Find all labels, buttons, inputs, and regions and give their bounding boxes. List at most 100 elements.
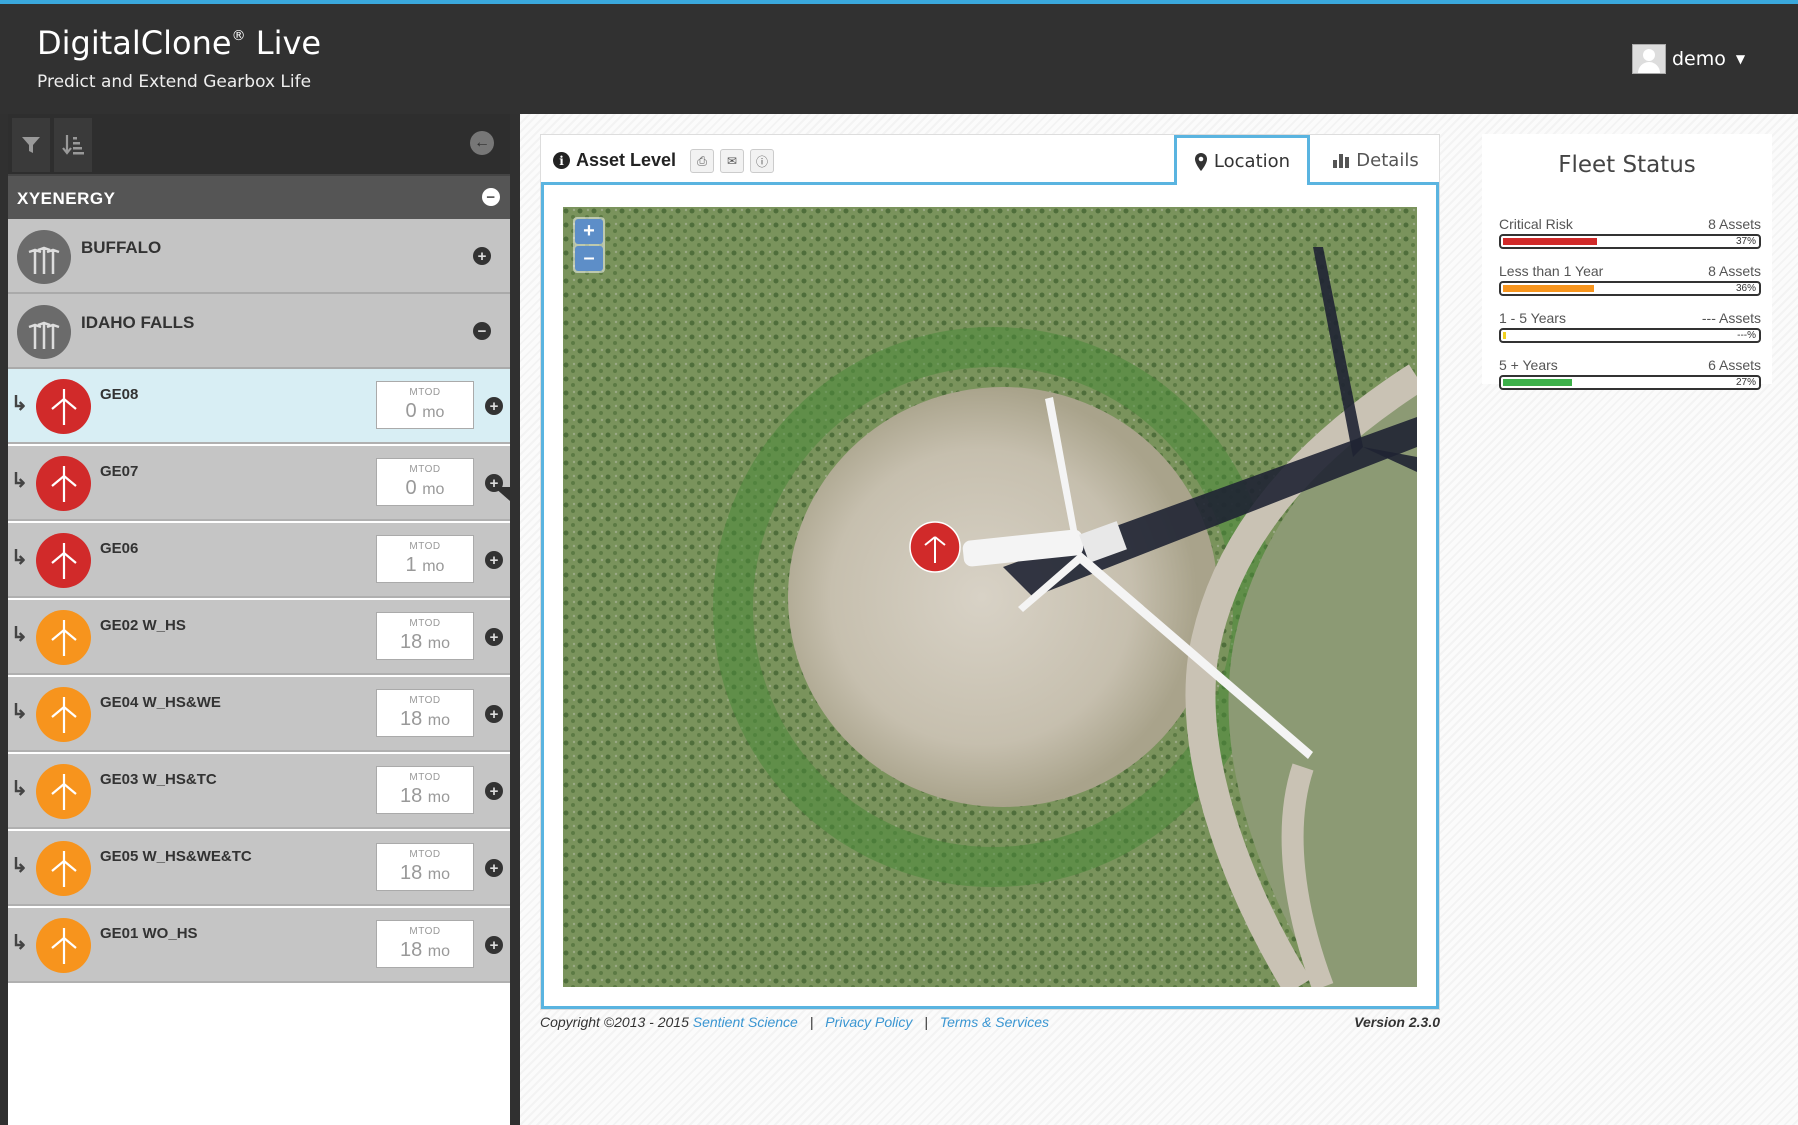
asset-row[interactable]: ↳ GE08 MTOD 0 mo + (8, 369, 510, 444)
mtod-box: MTOD 0 mo (376, 458, 474, 506)
bar-chart-icon (1333, 154, 1350, 168)
progress-fill (1503, 332, 1506, 339)
alert-button[interactable]: ⓘ (750, 149, 774, 173)
collapse-sidebar-button[interactable]: ← (470, 131, 494, 155)
app-header: DigitalClone® Live Predict and Extend Ge… (0, 4, 1798, 114)
alert-icon: ⓘ (755, 154, 768, 169)
asset-name: GE04 W_HS&WE (100, 694, 221, 711)
progress-fill (1503, 379, 1572, 386)
expand-icon[interactable]: + (485, 551, 503, 569)
mtod-value: 18 mo (399, 708, 451, 730)
asset-row[interactable]: ↳ GE04 W_HS&WE MTOD 18 mo + (8, 677, 510, 752)
asset-name: GE05 W_HS&WE&TC (100, 848, 252, 865)
mtod-value: 18 mo (399, 785, 451, 807)
copyright: Copyright ©2013 - 2015 (540, 1014, 689, 1030)
zoom-out-button[interactable]: – (575, 246, 603, 271)
asset-row[interactable]: ↳ GE05 W_HS&WE&TC MTOD 18 mo + (8, 831, 510, 906)
satellite-image (563, 207, 1417, 987)
mtod-value: 18 mo (399, 862, 451, 884)
mtod-value: 0 mo (405, 400, 445, 422)
caret-down-icon: ▼ (1735, 52, 1746, 66)
site-row-idaho-falls[interactable]: IDAHO FALLS − (8, 294, 510, 369)
sidebar: ← XYENERGY − BUFFALO + IDAHO FALLS − ↳ GE… (0, 114, 520, 1125)
expand-icon[interactable]: + (485, 397, 503, 415)
print-button[interactable]: ⎙ (690, 149, 714, 173)
expand-icon[interactable]: + (485, 859, 503, 877)
mtod-box: MTOD 1 mo (376, 535, 474, 583)
turbine-icon (36, 918, 91, 973)
progress-bar: 36% (1499, 281, 1761, 296)
collapse-icon[interactable]: − (473, 322, 491, 340)
mtod-box: MTOD 18 mo (376, 843, 474, 891)
panel-title: i Asset Level (553, 150, 676, 171)
child-arrow-icon: ↳ (11, 855, 28, 877)
mtod-value: 18 mo (399, 631, 451, 653)
satellite-map[interactable]: + – (563, 207, 1417, 987)
site-row-buffalo[interactable]: BUFFALO + (8, 219, 510, 294)
expand-icon[interactable]: + (473, 247, 491, 265)
wind-farm-icon (17, 230, 71, 284)
mtod-label: MTOD (409, 695, 441, 706)
asset-row[interactable]: ↳ GE01 WO_HS MTOD 18 mo + (8, 908, 510, 983)
progress-fill (1503, 285, 1594, 292)
mtod-label: MTOD (409, 541, 441, 552)
tab-details[interactable]: Details (1313, 135, 1438, 185)
expand-icon[interactable]: + (485, 936, 503, 954)
user-name: demo (1672, 48, 1726, 70)
fleet-row-label: Critical Risk (1499, 216, 1573, 232)
mtod-box: MTOD 18 mo (376, 766, 474, 814)
progress-percent: ---% (1737, 330, 1756, 341)
turbine-icon (36, 379, 91, 434)
turbine-icon (36, 764, 91, 819)
fleet-status-row: Less than 1 Year 8 Assets 36% (1499, 263, 1761, 296)
asset-row[interactable]: ↳ GE06 MTOD 1 mo + (8, 523, 510, 598)
expand-icon[interactable]: + (485, 782, 503, 800)
mtod-label: MTOD (409, 772, 441, 783)
expand-icon[interactable]: + (485, 628, 503, 646)
progress-percent: 36% (1735, 283, 1756, 294)
asset-row[interactable]: ↳ GE07 MTOD 0 mo + (8, 446, 510, 521)
info-icon: i (553, 152, 570, 169)
tab-location[interactable]: Location (1174, 135, 1310, 188)
turbine-icon (36, 687, 91, 742)
fleet-status-panel: Fleet Status Critical Risk 8 Assets 37% Les… (1482, 134, 1772, 390)
map-frame: + – (541, 185, 1439, 1009)
zoom-in-button[interactable]: + (575, 219, 603, 244)
mtod-label: MTOD (409, 926, 441, 937)
selection-notch (494, 487, 510, 501)
turbine-icon (36, 533, 91, 588)
asset-name: GE06 (100, 540, 139, 557)
child-arrow-icon: ↳ (11, 701, 28, 723)
child-arrow-icon: ↳ (11, 932, 28, 954)
avatar (1632, 44, 1666, 74)
filter-button[interactable] (12, 118, 50, 172)
progress-percent: 37% (1735, 236, 1756, 247)
asset-row[interactable]: ↳ GE03 W_HS&TC MTOD 18 mo + (8, 754, 510, 829)
email-button[interactable]: ✉ (720, 149, 744, 173)
progress-percent: 27% (1735, 377, 1756, 388)
mtod-value: 1 mo (405, 554, 445, 576)
mtod-value: 18 mo (399, 939, 451, 961)
app-subtitle: Predict and Extend Gearbox Life (37, 72, 312, 92)
collapse-icon[interactable]: − (482, 188, 500, 206)
asset-row[interactable]: ↳ GE02 W_HS MTOD 18 mo + (8, 600, 510, 675)
wind-farm-icon (17, 305, 71, 359)
progress-bar: 27% (1499, 375, 1761, 390)
separator: | (809, 1014, 814, 1030)
asset-name: GE08 (100, 386, 139, 403)
mtod-label: MTOD (409, 464, 441, 475)
main-area: i Asset Level ⎙ ✉ ⓘ Location Details + –… (520, 114, 1798, 1125)
mtod-box: MTOD 18 mo (376, 689, 474, 737)
privacy-policy-link[interactable]: Privacy Policy (825, 1014, 912, 1030)
mtod-box: MTOD 18 mo (376, 920, 474, 968)
sentient-science-link[interactable]: Sentient Science (693, 1014, 798, 1030)
app-title: DigitalClone® Live (37, 24, 322, 62)
expand-icon[interactable]: + (485, 705, 503, 723)
terms-link[interactable]: Terms & Services (940, 1014, 1049, 1030)
user-menu[interactable]: demo ▼ (1632, 44, 1745, 74)
fleet-row-count: 8 Assets (1708, 216, 1761, 232)
sort-button[interactable] (54, 118, 92, 172)
asset-panel: i Asset Level ⎙ ✉ ⓘ Location Details + – (540, 134, 1440, 1010)
company-header[interactable]: XYENERGY − (8, 176, 510, 219)
mtod-label: MTOD (409, 849, 441, 860)
